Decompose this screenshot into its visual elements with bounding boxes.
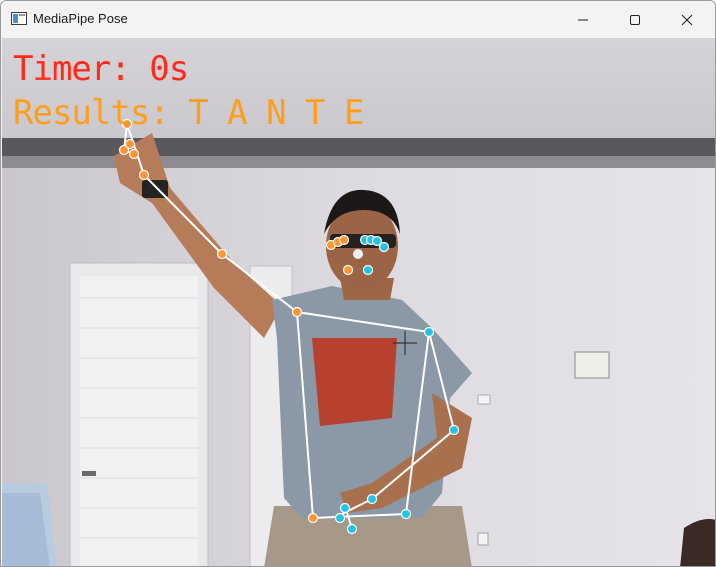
results-label: Results: T A N T E — [13, 93, 364, 133]
background-door-left — [69, 262, 209, 566]
window-app-icon — [11, 12, 27, 25]
camera-feed: Timer: 0s Results: T A N T E — [2, 38, 715, 566]
minimize-button[interactable] — [557, 1, 609, 38]
title-bar[interactable]: MediaPipe Pose — [1, 1, 715, 38]
minimize-icon — [578, 19, 588, 20]
maximize-icon — [630, 14, 640, 25]
maximize-button[interactable] — [609, 1, 661, 38]
app-window: MediaPipe Pose Timer: 0s Results: T A N … — [0, 0, 716, 567]
close-button[interactable] — [661, 1, 713, 38]
timer-label: Timer: 0s — [13, 49, 189, 89]
close-icon — [681, 14, 693, 25]
nose-landmark — [353, 249, 363, 259]
window-title: MediaPipe Pose — [33, 11, 128, 26]
